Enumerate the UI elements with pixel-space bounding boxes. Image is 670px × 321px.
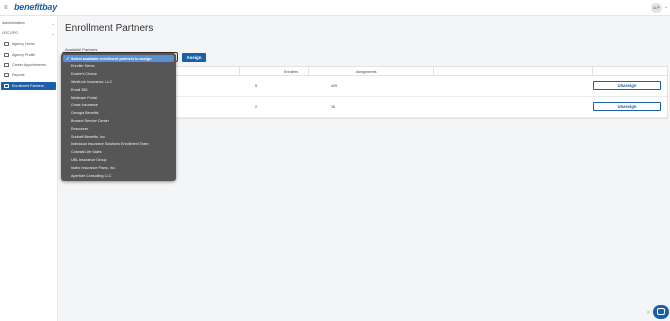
assign-button[interactable]: Assign (182, 53, 206, 62)
dropdown-option[interactable]: Individual Insurance Solutions Enrollmen… (63, 140, 174, 148)
sidebar-item-label: Agency Profile (12, 52, 36, 57)
option-label: Doctor's Choice (71, 72, 97, 77)
unassign-button[interactable]: Unassign (593, 102, 661, 111)
option-label: UBL Insurance Group (71, 157, 107, 162)
sidebar-item-enrollment-partners[interactable]: Enrollment Partners (1, 81, 56, 90)
column-divider (433, 67, 434, 76)
page-title: Enrollment Partners (65, 23, 154, 34)
dropdown-option[interactable]: Aperture Consulting LLC (63, 172, 174, 180)
home-icon (4, 42, 9, 46)
option-label: Sunbelt Benefits, Inc. (71, 134, 106, 139)
dropdown-option[interactable]: Georgia Benefits (63, 109, 174, 117)
chat-button[interactable] (653, 305, 669, 319)
grid-dots-icon[interactable]: ⠿ (647, 310, 650, 315)
sidebar-section-label: Administration (2, 21, 25, 25)
sidebar-section-administration[interactable]: Administration ⌄ (2, 21, 56, 26)
id-card-icon (4, 52, 9, 57)
header-enrollers[interactable]: Enrollers (284, 70, 298, 74)
option-label: Cross Insurance (71, 103, 98, 108)
handshake-icon (4, 63, 9, 67)
chevron-down-icon: ⌄ (51, 31, 55, 36)
sidebar-item-label: Agency Home (12, 42, 35, 46)
sidebar-item-carrier-appointments[interactable]: Carrier Appointments (1, 61, 56, 69)
chat-icon (657, 308, 665, 315)
dropdown-option[interactable]: Cross Insurance (63, 101, 174, 109)
chevron-down-icon: ⌄ (51, 21, 55, 26)
option-label: Georgia Benefits (71, 111, 99, 116)
option-label: Idaho Insurance Plans, Inc. (71, 165, 116, 170)
top-bar: ≡ benefitbay A.P ⌄ (0, 0, 670, 16)
dropdown-option[interactable]: Idaho Insurance Plans, Inc. (63, 164, 174, 172)
enrollers-count: 5 (255, 84, 257, 88)
option-label: Select available enrollment partners to … (71, 56, 152, 61)
sidebar-section-label: LRC-EPG (2, 31, 18, 35)
option-label: Email 365 (71, 87, 88, 92)
sidebar-section-lrc-epg[interactable]: LRC-EPG ⌄ (2, 31, 56, 36)
partners-dropdown-list: ✓ Select available enrollment partners t… (61, 53, 176, 181)
report-icon (4, 73, 9, 77)
dropdown-option[interactable]: Doctor's Choice (63, 70, 174, 78)
sidebar-item-label: Enrollment Partners (12, 83, 44, 88)
option-label: WestLink Insurance, LLC (71, 79, 113, 84)
dropdown-option[interactable]: Enroller Demo (63, 62, 174, 70)
sidebar-item-reports[interactable]: Reports (1, 71, 56, 79)
dropdown-option[interactable]: Medicare Portal (63, 94, 174, 102)
dropdown-option[interactable]: Sunbelt Benefits, Inc. (63, 133, 174, 141)
sidebar-item-agency-profile[interactable]: Agency Profile (1, 51, 56, 59)
check-icon: ✓ (66, 55, 70, 61)
dropdown-option[interactable]: UBL Insurance Group (63, 156, 174, 164)
assignments-count: 16 (331, 105, 335, 109)
option-label: Colonial Life Sales (71, 150, 102, 155)
dropdown-option[interactable]: Colonial Life Sales (63, 148, 174, 156)
unassign-button[interactable]: Unassign (593, 81, 661, 90)
header-assignments[interactable]: Assignments (356, 70, 377, 74)
dropdown-option[interactable]: Email 365 (63, 86, 174, 94)
column-divider (592, 67, 593, 76)
sidebar-item-label: Carrier Appointments (12, 63, 46, 67)
column-divider (308, 67, 309, 76)
benefitbay-logo[interactable]: benefitbay (14, 2, 57, 12)
dropdown-option[interactable]: Browne Service Center (63, 117, 174, 125)
assignments-count: 429 (331, 84, 337, 88)
dropdown-option[interactable]: Resourcer (63, 125, 174, 133)
sidebar-item-agency-home[interactable]: Agency Home (1, 40, 56, 48)
sidebar-item-label: Reports (12, 73, 25, 77)
option-label: Medicare Portal (71, 95, 97, 100)
dropdown-option[interactable]: WestLink Insurance, LLC (63, 78, 174, 86)
sidebar: Administration ⌄ LRC-EPG ⌄ Agency Home A… (0, 16, 58, 321)
user-avatar[interactable]: A.P (651, 3, 662, 13)
option-label: Browne Service Center (71, 118, 109, 123)
column-divider (239, 67, 240, 76)
enrollers-count: 2 (255, 105, 257, 109)
chevron-down-icon[interactable]: ⌄ (664, 4, 668, 10)
option-label: Enroller Demo (71, 64, 95, 69)
dropdown-option-placeholder[interactable]: ✓ Select available enrollment partners t… (63, 54, 174, 63)
option-label: Individual Insurance Solutions Enrollmen… (71, 142, 149, 147)
option-label: Resourcer (71, 126, 89, 131)
menu-icon[interactable]: ≡ (4, 5, 10, 11)
partners-icon (4, 83, 9, 88)
option-label: Aperture Consulting LLC (71, 173, 112, 178)
